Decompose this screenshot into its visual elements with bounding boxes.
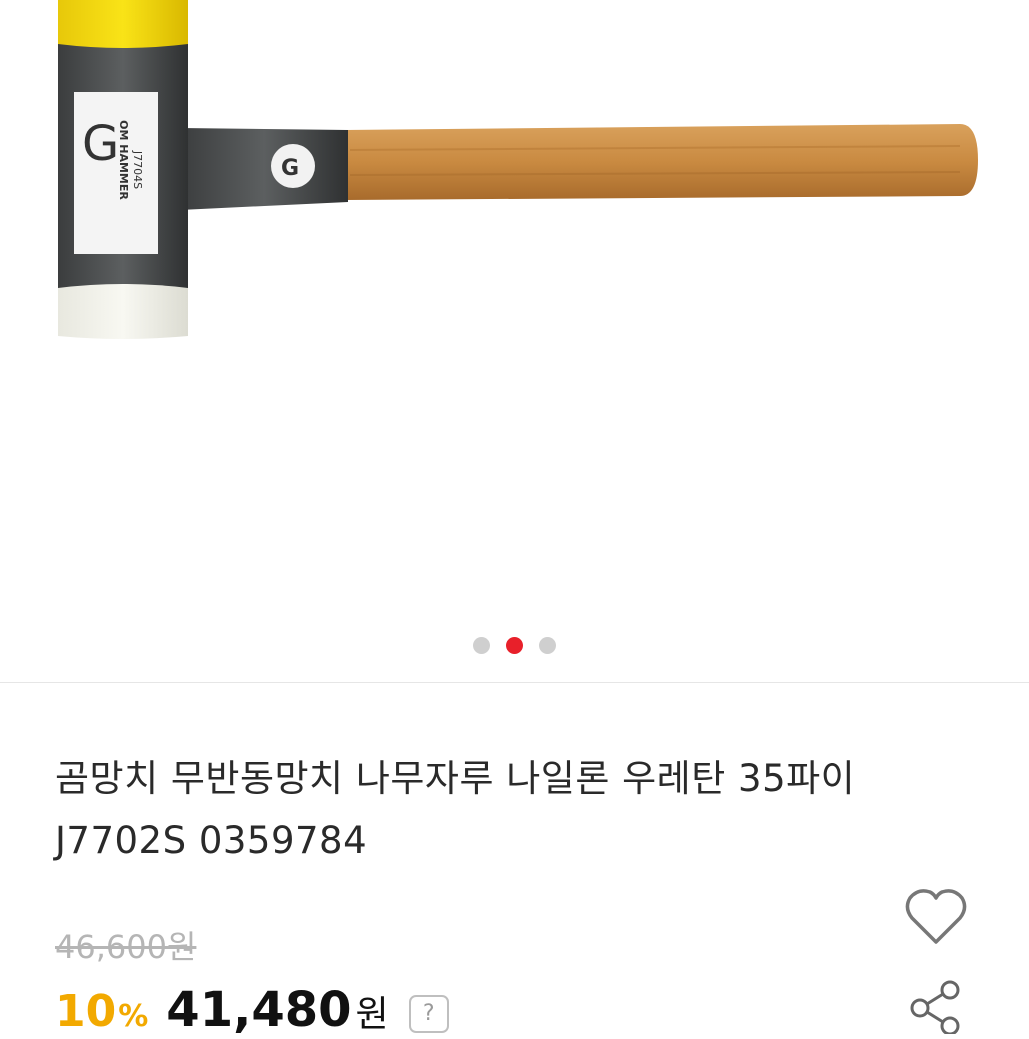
original-price: 46,600원 bbox=[55, 928, 197, 966]
share-icon[interactable] bbox=[908, 978, 964, 1036]
hammer-product-image: G G OM HAMMER J7704S bbox=[58, 0, 978, 339]
price-row: 10% 41,480 원 ? bbox=[55, 982, 449, 1039]
carousel-dot[interactable] bbox=[539, 637, 556, 654]
divider bbox=[0, 682, 1029, 683]
carousel-dot[interactable] bbox=[473, 637, 490, 654]
discount-rate: 10% bbox=[55, 986, 148, 1037]
product-image-gallery[interactable]: G G OM HAMMER J7704S bbox=[0, 0, 1029, 682]
price-help-button[interactable]: ? bbox=[408, 995, 449, 1033]
svg-text:G: G bbox=[82, 116, 119, 172]
brand-label: OM HAMMER bbox=[117, 120, 130, 200]
svg-text:G: G bbox=[281, 156, 299, 181]
product-title: 곰망치 무반동망치 나무자루 나일론 우레탄 35파이 J7702S 03597… bbox=[55, 757, 856, 862]
sale-price: 41,480 bbox=[166, 982, 352, 1038]
model-label: J7704S bbox=[131, 150, 144, 189]
carousel-dot-active[interactable] bbox=[506, 637, 523, 654]
discount-percent: 10 bbox=[55, 986, 117, 1037]
heart-outline-icon[interactable] bbox=[904, 886, 968, 946]
currency-label: 원 bbox=[355, 994, 389, 1035]
carousel-dots bbox=[0, 637, 1029, 654]
